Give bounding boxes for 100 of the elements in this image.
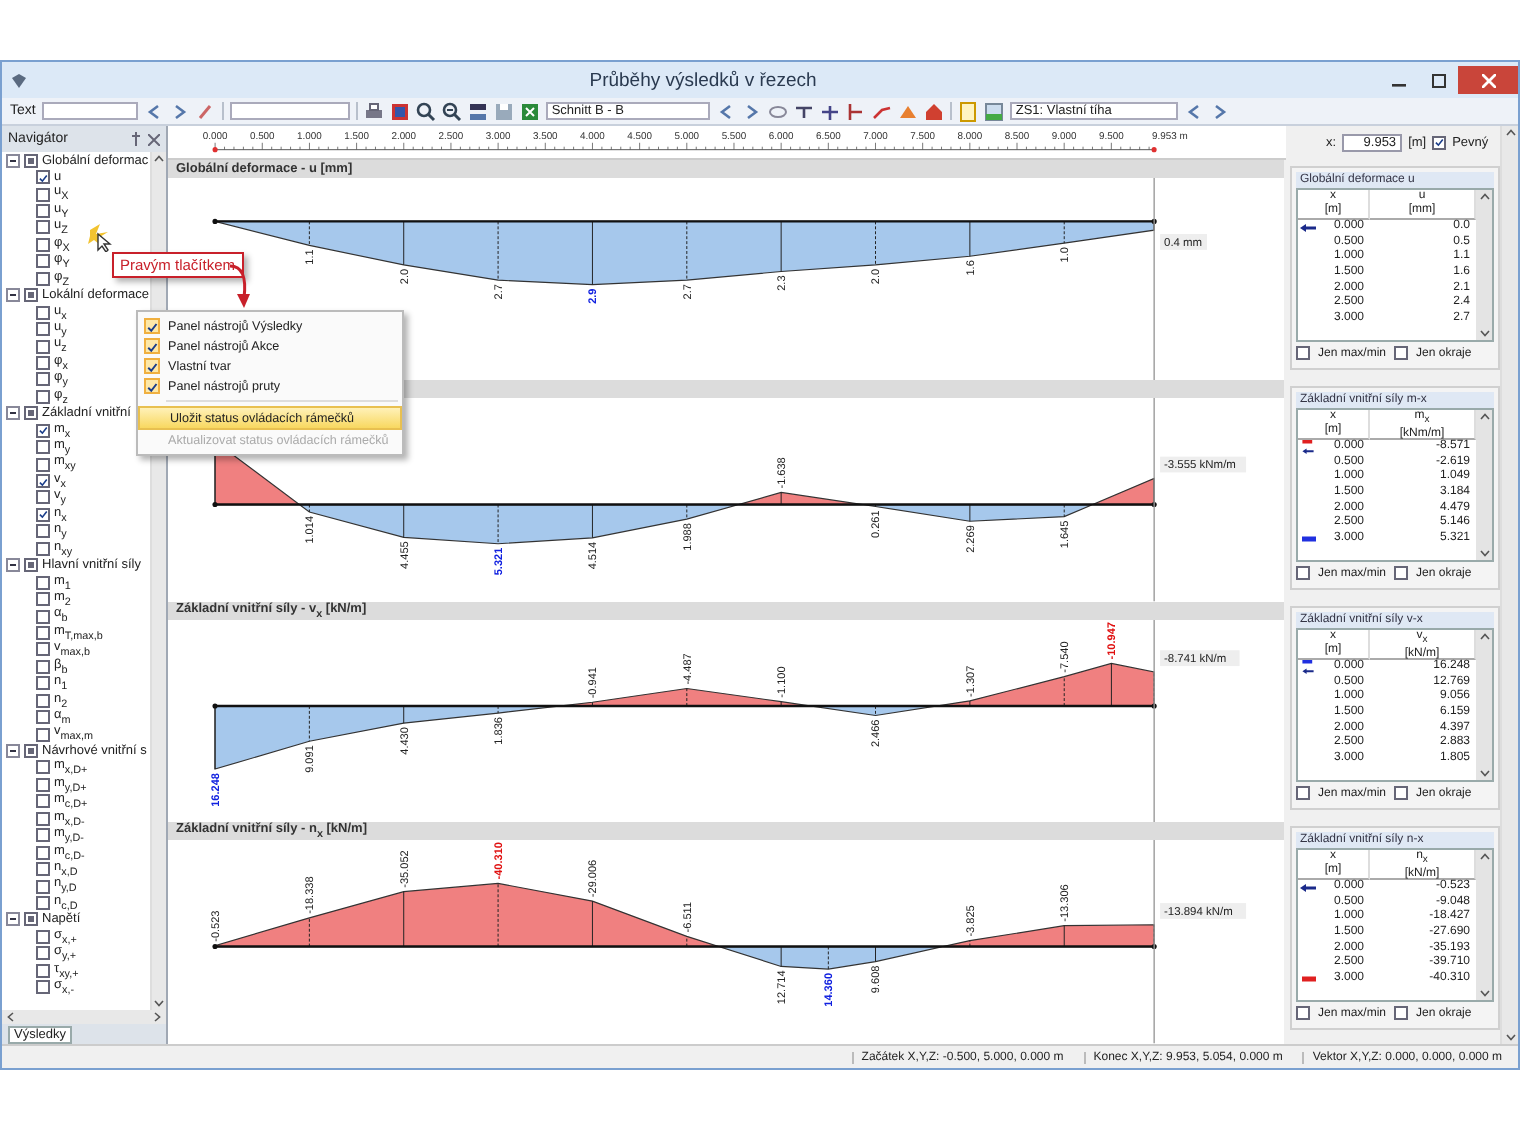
scroll-up-icon[interactable]: [1479, 632, 1489, 642]
checkbox[interactable]: [144, 358, 160, 374]
scroll-right-icon[interactable]: [152, 1012, 162, 1022]
checkbox[interactable]: [1296, 1006, 1310, 1020]
checkbox[interactable]: [36, 305, 50, 320]
scroll-down-icon[interactable]: [1505, 1032, 1515, 1042]
checkbox[interactable]: [36, 879, 50, 894]
scroll-up-icon[interactable]: [1505, 128, 1515, 138]
checkbox[interactable]: [1432, 135, 1447, 149]
close-button[interactable]: [1458, 66, 1518, 94]
close-icon[interactable]: [148, 133, 160, 145]
checkbox[interactable]: [36, 389, 50, 404]
scroll-down-icon[interactable]: [154, 998, 164, 1008]
checkbox[interactable]: [36, 895, 50, 910]
checkbox[interactable]: [36, 271, 50, 286]
scrollbar[interactable]: [1476, 850, 1492, 1000]
checkbox[interactable]: [36, 457, 50, 472]
checkbox[interactable]: [1296, 566, 1310, 580]
previous-case-icon[interactable]: [1183, 101, 1204, 121]
scrollbar[interactable]: [1500, 126, 1518, 1044]
checkbox[interactable]: [36, 980, 50, 995]
app-icon: [10, 71, 28, 89]
diagram-icon[interactable]: [871, 101, 892, 121]
checkbox[interactable]: [36, 777, 50, 792]
scrollbar[interactable]: [1476, 410, 1492, 560]
spreadsheet-icon[interactable]: [519, 101, 540, 121]
section-icon[interactable]: [845, 101, 866, 121]
checkbox[interactable]: [36, 828, 50, 843]
checkbox[interactable]: [36, 592, 50, 607]
layers-icon[interactable]: [467, 101, 488, 121]
checkbox[interactable]: [36, 507, 50, 522]
collapse-icon[interactable]: [6, 912, 20, 927]
print-icon[interactable]: [363, 101, 384, 121]
checkbox[interactable]: [36, 642, 50, 657]
checkbox[interactable]: [36, 625, 50, 640]
scroll-down-icon[interactable]: [1479, 328, 1489, 338]
checkbox[interactable]: [36, 693, 50, 708]
scroll-up-icon[interactable]: [154, 154, 164, 164]
checkbox[interactable]: [1296, 786, 1310, 800]
checkbox[interactable]: [36, 794, 50, 809]
checkbox[interactable]: [36, 862, 50, 877]
checkbox[interactable]: [36, 254, 50, 269]
checkbox[interactable]: [1394, 1006, 1409, 1020]
collapse-icon[interactable]: [6, 288, 20, 303]
collapse-icon[interactable]: [6, 558, 20, 573]
scroll-down-icon[interactable]: [1479, 988, 1489, 998]
checkbox[interactable]: [144, 338, 160, 354]
scrollbar[interactable]: [1476, 630, 1492, 780]
checkbox[interactable]: [36, 440, 50, 455]
checkbox[interactable]: [36, 609, 50, 624]
scroll-up-icon[interactable]: [1479, 192, 1489, 202]
checkbox[interactable]: [36, 676, 50, 691]
checkbox[interactable]: [36, 237, 50, 252]
scrollbar[interactable]: [1476, 190, 1492, 340]
checkbox[interactable]: [1296, 346, 1310, 360]
collapse-icon[interactable]: [6, 406, 20, 421]
scroll-left-icon[interactable]: [6, 1012, 16, 1022]
checkbox[interactable]: [36, 811, 50, 826]
collapse-icon[interactable]: [6, 153, 20, 168]
horizontal-scrollbar[interactable]: [2, 1010, 166, 1024]
checkbox[interactable]: [36, 710, 50, 725]
window-title: Průběhy výsledků v řezech: [587, 69, 819, 91]
checkbox[interactable]: [36, 187, 50, 202]
checkbox[interactable]: [36, 490, 50, 505]
pin-icon[interactable]: [130, 132, 142, 146]
checkbox[interactable]: [36, 845, 50, 860]
checkbox[interactable]: [36, 659, 50, 674]
checkbox[interactable]: [36, 372, 50, 387]
checkbox[interactable]: [36, 760, 50, 775]
zoom-in-icon[interactable]: [415, 101, 436, 121]
checkbox[interactable]: [36, 727, 50, 742]
checkbox[interactable]: [36, 541, 50, 556]
checkbox[interactable]: [36, 946, 50, 961]
checkbox[interactable]: [36, 355, 50, 370]
checkbox[interactable]: [36, 524, 50, 539]
checkbox[interactable]: [144, 318, 160, 334]
checkbox[interactable]: [144, 378, 160, 394]
checkbox[interactable]: [36, 339, 50, 354]
checkbox[interactable]: [36, 220, 50, 235]
maximize-icon[interactable]: [1431, 73, 1445, 87]
checkbox[interactable]: [1394, 566, 1409, 580]
scroll-up-icon[interactable]: [1479, 412, 1489, 422]
checkbox[interactable]: [36, 963, 50, 978]
zoom-out-icon[interactable]: [441, 101, 462, 121]
previous-icon[interactable]: [715, 101, 736, 121]
checkbox[interactable]: [36, 929, 50, 944]
scroll-down-icon[interactable]: [1479, 768, 1489, 778]
beam-icon[interactable]: [793, 101, 814, 121]
collapse-icon[interactable]: [6, 744, 20, 759]
checkbox[interactable]: [36, 423, 50, 438]
scroll-down-icon[interactable]: [1479, 548, 1489, 558]
checkbox[interactable]: [36, 322, 50, 337]
checkbox[interactable]: [1394, 346, 1409, 360]
checkbox[interactable]: [36, 170, 50, 185]
checkbox[interactable]: [36, 474, 50, 489]
checkbox[interactable]: [36, 575, 50, 590]
checkbox[interactable]: [1394, 786, 1409, 800]
scroll-up-icon[interactable]: [1479, 852, 1489, 862]
panel-icon[interactable]: [983, 101, 1004, 121]
checkbox[interactable]: [36, 204, 50, 219]
